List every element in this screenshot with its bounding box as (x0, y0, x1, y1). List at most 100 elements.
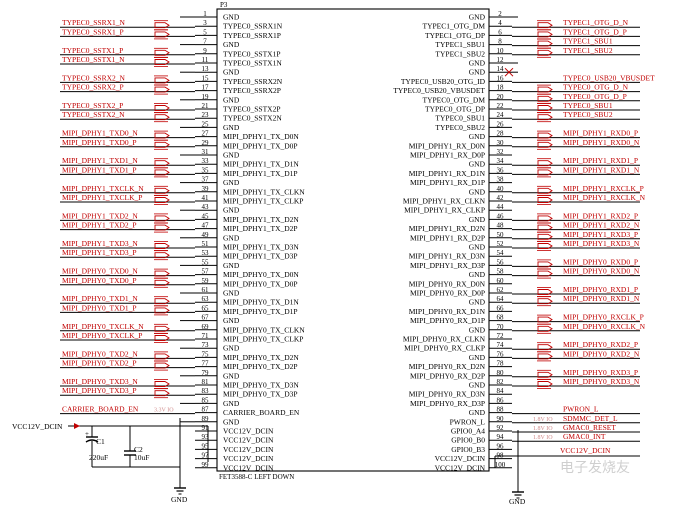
pin-name: MIPI_DPHY1_RX_CLKN (403, 197, 486, 206)
pin-left-19: 19 GND (180, 93, 240, 104)
pin-name: GPIO0_B3 (451, 445, 485, 454)
signal-port-arrow-icon (154, 103, 170, 113)
net-label: GMAC0_INT (563, 432, 606, 441)
pin-number: 96 (497, 442, 505, 450)
signal-port-arrow-icon (154, 57, 170, 67)
pin-name: MIPI_DPHY0_TX_CLKP (223, 335, 303, 344)
pin-number: 29 (202, 139, 210, 147)
net-label: MIPI_DPHY0_RXD3_P (563, 368, 638, 377)
pin-name: TYPEC0_SBU2 (435, 123, 485, 132)
signal-port-arrow-icon (154, 185, 170, 196)
net-label: MIPI_DPHY1_RXCLK_P (563, 184, 644, 193)
pin-name: VCC12V_DCIN (223, 436, 274, 445)
net-label: MIPI_DPHY0_RXD1_P (563, 285, 638, 294)
net-label: MIPI_DPHY0_RXD1_N (563, 294, 640, 303)
pin-number: 21 (202, 102, 210, 110)
net-label: TYPEC0_SSRX1_P (62, 27, 124, 36)
pin-name: GND (223, 316, 240, 325)
net-label: GMAC0_RESET (563, 423, 616, 432)
net-label: MIPI_DPHY1_RXD0_P (563, 129, 638, 138)
pin-number: 24 (497, 111, 505, 119)
pin-number: 3 (203, 19, 207, 27)
net-label: MIPI_DPHY0_RXD2_N (563, 349, 640, 358)
net-label: MIPI_DPHY1_TXD2_N (62, 211, 138, 220)
pin-number: 52 (497, 240, 505, 248)
pin-name: GND (469, 13, 486, 22)
pin-name: VCC12V_DCIN (223, 445, 274, 454)
net-label: TYPEC0_SSTX1_P (62, 46, 123, 55)
signal-port-arrow-icon (537, 259, 553, 270)
pin-number: 23 (202, 111, 210, 119)
pin-number: 75 (202, 350, 210, 358)
pin-number: 60 (497, 277, 505, 285)
signal-port-arrow-icon (154, 195, 170, 205)
signal-port-arrow-icon (154, 112, 170, 123)
pin-left-61: 61 GND (180, 286, 240, 298)
pin-name: GND (223, 289, 240, 298)
signal-port-arrow-icon (154, 351, 170, 362)
net-label: TYPEC0_SBU2 (563, 110, 613, 119)
signal-port-arrow-icon (537, 213, 553, 224)
pin-name: MIPI_DPHY0_TX_D1N (223, 298, 299, 307)
pin-number: 36 (497, 166, 505, 174)
pin-number: 22 (497, 102, 505, 110)
pin-name: GPIO0_B0 (451, 436, 485, 445)
net-label: MIPI_DPHY1_TXCLK_P (62, 193, 142, 202)
pin-number: 88 (497, 406, 505, 414)
pin-name: GND (223, 371, 240, 380)
pin-name: GND (223, 40, 240, 49)
pin-number: 31 (202, 148, 210, 156)
net-label: MIPI_DPHY0_RXD2_P (563, 340, 638, 349)
component-designator: P3 (220, 1, 228, 9)
pin-name: TYPEC0_SSRX2P (223, 86, 281, 95)
pin-left-89: 89 GND (180, 415, 240, 426)
net-label: MIPI_DPHY0_RXD0_N (563, 267, 640, 276)
pin-name: GND (223, 206, 240, 215)
pin-name: TYPEC1_OTG_DP (425, 31, 485, 40)
pin-number: 53 (202, 249, 210, 257)
pin-name: GND (469, 215, 486, 224)
pin-name: TYPEC0_SSTX2P (223, 105, 281, 114)
gnd-label-right: GND (509, 497, 526, 505)
pin-name: GND (223, 399, 240, 408)
pin-name: TYPEC0_SSRX2N (223, 77, 283, 86)
pin-name: GND (223, 13, 240, 22)
pin-number: 73 (202, 341, 210, 349)
pin-left-87: 87 CARRIER_BOARD_EN CARRIER_BOARD_EN 3.3V I… (60, 405, 300, 417)
pin-name: MIPI_DPHY0_TX_D0P (223, 279, 298, 288)
pin-name: TYPEC1_OTG_DM (422, 22, 485, 31)
pin-number: 12 (497, 56, 505, 64)
signal-port-arrow-icon (537, 84, 553, 95)
pin-name: VCC12V_DCIN (435, 463, 486, 472)
signal-port-arrow-icon (154, 388, 170, 399)
pin-number: 2 (498, 10, 502, 18)
pin-number: 5 (203, 28, 207, 36)
component-part-name: FET3588-C LEFT DOWN (219, 473, 294, 481)
pin-name: MIPI_DPHY1_RX_CLKP (404, 206, 485, 215)
net-label: MIPI_DPHY1_RXD3_N (563, 239, 640, 248)
pin-name: TYPEC0_SSTX1N (223, 59, 282, 68)
net-label: MIPI_DPHY1_RXD1_P (563, 156, 638, 165)
signal-port-arrow-icon (154, 222, 170, 233)
pin-number: 48 (497, 222, 505, 230)
pin-name: MIPI_DPHY0_TX_D1P (223, 307, 298, 316)
signal-port-arrow-icon (154, 268, 170, 279)
pin-number: 100 (495, 461, 506, 469)
signal-port-arrow-icon (537, 351, 553, 362)
signal-port-arrow-icon (154, 139, 170, 150)
pin-left-7: 7 GND (180, 38, 240, 49)
watermark-logo: 电子发烧友 (560, 460, 630, 476)
pin-name: MIPI_DPHY1_TX_D1N (223, 160, 299, 169)
pin-number: 38 (497, 176, 505, 184)
pin-name: MIPI_DPHY1_RX_D2N (409, 224, 486, 233)
pin-name: GND (469, 298, 486, 307)
net-label: MIPI_DPHY1_TXD3_P (62, 248, 137, 257)
net-label: MIPI_DPHY1_RXD1_N (563, 165, 640, 174)
pin-name: GND (223, 417, 240, 426)
pin-number: 43 (202, 203, 210, 211)
pin-name: MIPI_DPHY1_RX_D0P (410, 151, 485, 160)
signal-port-arrow-icon (537, 158, 553, 169)
net-label: MIPI_DPHY0_TXD3_N (62, 377, 138, 386)
pin-number: 65 (202, 304, 210, 312)
pin-number: 90 (497, 415, 505, 423)
